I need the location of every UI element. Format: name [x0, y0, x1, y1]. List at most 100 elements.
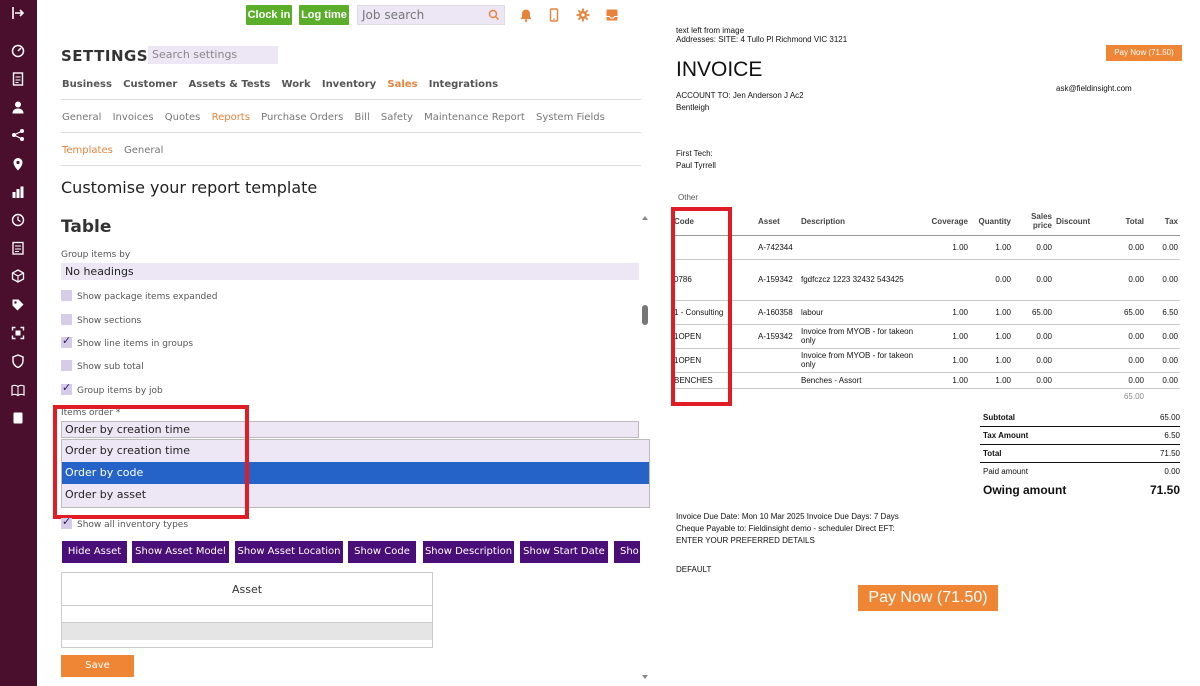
cell-coverage: 1.00 — [925, 300, 970, 325]
cell-description: labour — [799, 300, 925, 325]
checkbox[interactable] — [61, 516, 72, 529]
cell-total: 0.00 — [1099, 324, 1146, 349]
asset-column-header: Asset — [62, 573, 432, 606]
pay-now-button-small[interactable]: Pay Now (71.50) — [1106, 45, 1182, 61]
pay-now-button[interactable]: Pay Now (71.50) — [858, 585, 998, 611]
tab-invoices[interactable]: Invoices — [113, 112, 154, 123]
collapse-arrow-icon[interactable] — [10, 6, 26, 22]
checkbox-show-sub-total[interactable]: Show sub total — [61, 360, 144, 373]
checkbox[interactable] — [61, 314, 72, 325]
tag-icon[interactable] — [10, 298, 26, 314]
checkbox-group-by-job[interactable]: Group items by job — [61, 382, 163, 397]
divider — [61, 165, 641, 166]
nav-inventory[interactable]: Inventory — [322, 79, 376, 90]
cell-total: 65.00 — [1099, 300, 1146, 325]
bell-icon[interactable] — [519, 8, 533, 22]
tab-bill[interactable]: Bill — [355, 112, 370, 123]
checkbox-show-sections[interactable]: Show sections — [61, 314, 141, 327]
show-code-button[interactable]: Show Code — [348, 541, 416, 563]
checkbox[interactable] — [61, 290, 72, 301]
cell-tax: 0.00 — [1146, 372, 1180, 389]
col-description: Description — [799, 208, 925, 236]
checkbox-show-package-items[interactable]: Show package items expanded — [61, 290, 218, 303]
tax-amount-label: Tax Amount — [983, 431, 1029, 440]
checkbox-label: Show package items expanded — [77, 292, 218, 302]
nav-assets-tests[interactable]: Assets & Tests — [189, 79, 271, 90]
show-description-button[interactable]: Show Description — [423, 541, 514, 563]
bar-chart-icon[interactable] — [10, 185, 26, 201]
gear-icon[interactable] — [576, 8, 590, 22]
show-asset-model-button[interactable]: Show Asset Model — [132, 541, 229, 563]
cell-quantity: 1.00 — [970, 372, 1013, 389]
secondary-settings-nav: General Invoices Quotes Reports Purchase… — [62, 112, 613, 123]
nav-customer[interactable]: Customer — [123, 79, 177, 90]
checkbox[interactable] — [61, 360, 72, 371]
invoice-totals: Subtotal 65.00 Tax Amount 6.50 Total 71.… — [980, 412, 1180, 502]
cell-coverage — [925, 259, 970, 301]
clock-in-button[interactable]: Clock in — [246, 5, 292, 25]
network-icon[interactable] — [10, 128, 26, 144]
nav-sales[interactable]: Sales — [387, 79, 417, 90]
checkbox[interactable] — [61, 335, 72, 348]
tab-safety[interactable]: Safety — [381, 112, 413, 123]
location-pin-icon[interactable] — [10, 157, 26, 173]
nav-integrations[interactable]: Integrations — [429, 79, 498, 90]
book-open-icon[interactable] — [10, 383, 26, 399]
mobile-icon[interactable] — [547, 8, 561, 22]
checkbox-show-line-items[interactable]: Show line items in groups — [61, 335, 193, 350]
nav-business[interactable]: Business — [62, 79, 112, 90]
cell-description: Invoice from MYOB - for takeon only — [799, 324, 925, 349]
user-icon[interactable] — [10, 100, 26, 116]
dashboard-icon[interactable] — [10, 44, 26, 60]
cell-total: 0.00 — [1099, 259, 1146, 301]
nav-work[interactable]: Work — [282, 79, 311, 90]
search-icon[interactable] — [488, 9, 500, 21]
log-time-button[interactable]: Log time — [299, 5, 349, 25]
tab-general[interactable]: General — [62, 112, 101, 123]
checklist-icon[interactable] — [10, 241, 26, 257]
cell-total: 0.00 — [1099, 348, 1146, 373]
scroll-up-icon[interactable] — [641, 215, 649, 221]
tab-maintenance-report[interactable]: Maintenance Report — [424, 112, 525, 123]
settings-search-input[interactable]: Search settings — [148, 46, 278, 64]
scroll-down-icon[interactable] — [641, 674, 649, 680]
tab-system-fields[interactable]: System Fields — [536, 112, 605, 123]
tax-amount-value: 6.50 — [1164, 431, 1180, 440]
save-button[interactable]: Save — [61, 655, 134, 677]
checkbox[interactable] — [61, 382, 72, 395]
scrollbar[interactable] — [640, 215, 650, 686]
cell-price: 65.00 — [1013, 300, 1054, 325]
tab-purchase-orders[interactable]: Purchase Orders — [261, 112, 343, 123]
document-icon[interactable] — [10, 72, 26, 88]
cell-price: 0.00 — [1013, 372, 1054, 389]
show-more-button[interactable]: Sho — [614, 541, 640, 563]
clock-icon[interactable] — [10, 213, 26, 229]
cell-coverage: 1.00 — [925, 372, 970, 389]
job-search-input[interactable]: Job search — [357, 5, 505, 25]
shield-icon[interactable] — [10, 354, 26, 370]
tab-reports[interactable]: Reports — [212, 112, 250, 123]
total-value: 71.50 — [1159, 449, 1180, 458]
scan-icon[interactable] — [10, 326, 26, 342]
cell-tax: 0.00 — [1146, 235, 1180, 260]
subtab-templates[interactable]: Templates — [62, 145, 113, 156]
top-bar: Clock in Log time Job search — [37, 0, 650, 32]
group-items-select[interactable]: No headings — [61, 263, 639, 280]
show-start-date-button[interactable]: Show Start Date — [520, 541, 608, 563]
book-icon[interactable] — [10, 411, 26, 427]
cell-quantity: 1.00 — [970, 324, 1013, 349]
show-asset-location-button[interactable]: Show Asset Location — [235, 541, 343, 563]
tab-quotes[interactable]: Quotes — [165, 112, 201, 123]
cell-discount — [1054, 300, 1099, 325]
box-icon[interactable] — [10, 269, 26, 285]
table-row: BENCHES Benches - Assort 1.00 1.00 0.00 … — [672, 372, 1180, 389]
inbox-icon[interactable] — [605, 8, 619, 22]
cell-quantity: 0.00 — [970, 259, 1013, 301]
checkbox-show-inventory-types[interactable]: Show all inventory types — [61, 516, 188, 531]
settings-title: SETTINGS — [61, 47, 149, 65]
subtab-general[interactable]: General — [124, 145, 163, 156]
hide-asset-button[interactable]: Hide Asset — [62, 541, 127, 563]
scroll-thumb[interactable] — [642, 305, 648, 325]
tertiary-settings-nav: Templates General — [62, 145, 171, 156]
header-note: text left from image — [676, 26, 745, 35]
